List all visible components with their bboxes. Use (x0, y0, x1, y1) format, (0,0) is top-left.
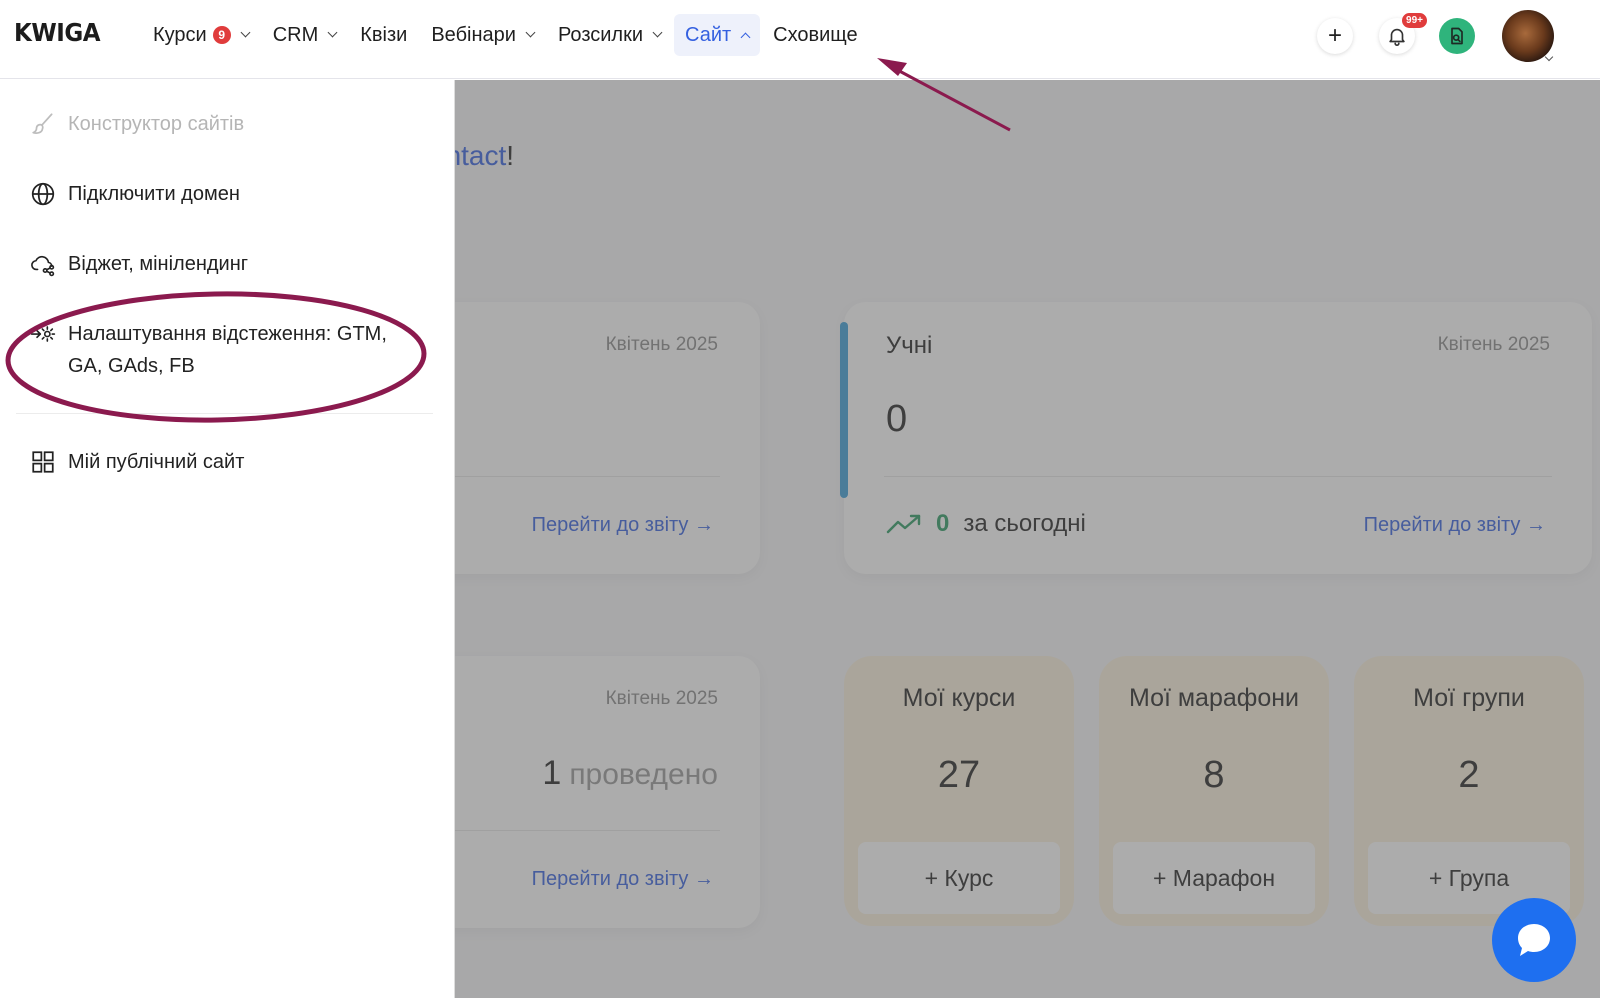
nav-item-label: Розсилки (557, 23, 644, 46)
menu-item-label: Мій публічний сайт (68, 451, 245, 473)
nav-item-webinars[interactable]: Вебінари (420, 14, 545, 56)
site-dropdown-menu: Конструктор сайтів Підключити домен Відж… (0, 80, 455, 998)
plus-icon: + (1327, 22, 1342, 49)
nav-item-label: Сайт (685, 23, 732, 46)
nav-item-label: CRM (272, 23, 319, 46)
chat-bubble-icon (1518, 924, 1550, 956)
tracking-gear-icon (30, 326, 56, 342)
menu-item-tracking-settings[interactable]: Налаштування відстеження: GTM, GA, GAds,… (30, 318, 400, 382)
nav-item-label: Квізи (360, 23, 408, 46)
support-chat-button[interactable] (1492, 898, 1576, 982)
courses-count-badge: 9 (212, 26, 231, 44)
nav-item-mailings[interactable]: Розсилки (547, 14, 672, 56)
chevron-down-icon[interactable] (1544, 52, 1554, 62)
main-nav: Курси 9 CRM Квізи Вебінари Розсилки Сайт… (142, 14, 871, 56)
nav-item-quizzes[interactable]: Квізи (349, 14, 418, 56)
chevron-down-icon (327, 27, 338, 38)
chevron-down-icon (652, 27, 663, 38)
nav-item-label: Вебінари (431, 23, 516, 46)
cloud-share-icon (31, 255, 55, 277)
globe-icon (31, 182, 55, 206)
menu-item-label: Налаштування відстеження: GTM, GA, GAds,… (68, 323, 387, 377)
menu-item-site-builder[interactable]: Конструктор сайтів (30, 108, 244, 140)
top-navigation-bar: KWIGA Курси 9 CRM Квізи Вебінари Розсилк… (0, 0, 1600, 79)
menu-item-public-site[interactable]: Мій публічний сайт (30, 446, 244, 478)
menu-item-label: Підключити домен (68, 183, 240, 205)
bell-icon (1389, 28, 1405, 46)
menu-item-widget-minilanding[interactable]: Віджет, мінілендинг (30, 248, 248, 280)
add-button[interactable]: + (1317, 18, 1353, 54)
chevron-up-icon (740, 32, 751, 42)
chevron-down-icon (525, 27, 536, 38)
menu-item-label: Конструктор сайтів (68, 113, 245, 135)
nav-item-label: Курси (153, 23, 207, 46)
nav-item-courses[interactable]: Курси 9 (142, 14, 260, 56)
menu-item-label: Віджет, мінілендинг (68, 253, 249, 275)
grid-icon (32, 451, 54, 473)
nav-item-site[interactable]: Сайт (674, 14, 761, 56)
notifications-count-badge: 99+ (1402, 13, 1427, 28)
nav-item-storage[interactable]: Сховище (762, 14, 869, 56)
chevron-down-icon (240, 27, 251, 38)
menu-divider (16, 413, 433, 414)
document-search-icon (1451, 27, 1463, 45)
menu-item-connect-domain[interactable]: Підключити домен (30, 178, 240, 210)
kwiga-logo[interactable]: KWIGA (14, 18, 101, 47)
nav-item-crm[interactable]: CRM (262, 14, 348, 56)
notifications-button[interactable]: 99+ (1379, 13, 1427, 54)
nav-item-label: Сховище (773, 23, 858, 46)
brush-icon (32, 113, 53, 134)
document-search-button[interactable] (1439, 18, 1475, 54)
